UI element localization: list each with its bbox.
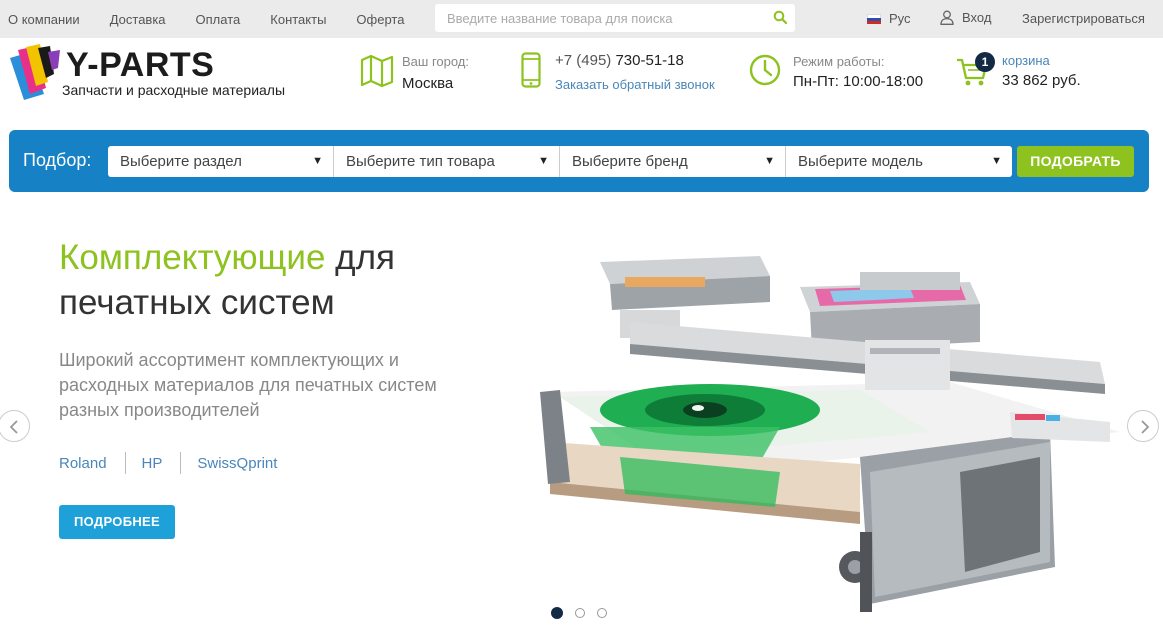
more-details-button[interactable]: ПОДРОБНЕЕ — [59, 505, 175, 539]
search-input[interactable] — [435, 4, 755, 32]
pick-button[interactable]: ПОДОБРАТЬ — [1017, 146, 1134, 177]
russia-flag-icon — [867, 13, 881, 24]
hours-label: Режим работы: — [793, 54, 885, 69]
section-select[interactable]: Выберите раздел ▼ — [108, 146, 334, 177]
model-select-value: Выберите модель — [798, 153, 923, 170]
phone-block: +7 (495) 730-51-18 Заказать обратный зво… — [521, 52, 715, 92]
user-icon — [940, 10, 954, 25]
brand-link-roland[interactable]: Roland — [59, 455, 107, 472]
section-select-value: Выберите раздел — [120, 153, 242, 170]
nav-link-contacts[interactable]: Контакты — [270, 12, 326, 27]
brand-link-swissqprint[interactable]: SwissQprint — [197, 455, 277, 472]
city-block[interactable]: Ваш город: Москва — [360, 54, 469, 92]
filter-label: Подбор: — [23, 150, 92, 170]
dropdown-arrow-icon: ▼ — [538, 155, 549, 167]
site-logo[interactable]: Y-PARTS Запчасти и расходные материалы — [8, 44, 308, 104]
city-text: Ваш город: Москва — [402, 54, 469, 92]
phone-text: +7 (495) 730-51-18 Заказать обратный зво… — [555, 52, 715, 92]
city-label: Ваш город: — [402, 54, 469, 69]
top-nav: О компании Доставка Оплата Контакты Офер… — [8, 0, 434, 38]
brand-select-value: Выберите бренд — [572, 153, 688, 170]
hours-block: Режим работы: Пн-Пт: 10:00-18:00 — [749, 54, 923, 90]
carousel-dot-2[interactable] — [575, 608, 585, 618]
brand-select[interactable]: Выберите бренд ▼ — [560, 146, 786, 177]
hero-description: Широкий ассортимент комплектующих и расх… — [59, 350, 437, 420]
language-selector[interactable]: Рус — [867, 11, 911, 26]
logo-subtitle: Запчасти и расходные материалы — [62, 82, 286, 98]
nav-link-offer[interactable]: Оферта — [356, 12, 404, 27]
carousel-dot-3[interactable] — [597, 608, 607, 618]
nav-link-delivery[interactable]: Доставка — [110, 12, 166, 27]
mobile-phone-icon — [521, 52, 541, 88]
phone-prefix: +7 (495) — [555, 52, 616, 69]
hours-value: Пн-Пт: 10:00-18:00 — [793, 73, 924, 90]
search-box — [435, 4, 795, 32]
city-value: Москва — [402, 75, 454, 92]
brand-link-hp[interactable]: HP — [142, 455, 163, 472]
brand-divider — [180, 452, 182, 474]
product-type-select[interactable]: Выберите тип товара ▼ — [334, 146, 560, 177]
language-label: Рус — [889, 11, 911, 26]
dropdown-arrow-icon: ▼ — [764, 155, 775, 167]
nav-link-about[interactable]: О компании — [8, 12, 80, 27]
nav-link-payment[interactable]: Оплата — [196, 12, 241, 27]
brand-divider — [124, 452, 126, 474]
hero-title-accent: Комплектующие — [59, 238, 326, 277]
carousel-next-button[interactable] — [1127, 410, 1159, 442]
hours-text: Режим работы: Пн-Пт: 10:00-18:00 — [793, 54, 923, 90]
chevron-right-icon — [1141, 420, 1150, 434]
register-link[interactable]: Зарегистрироваться — [1022, 11, 1145, 26]
model-select[interactable]: Выберите модель ▼ — [786, 146, 1012, 177]
search-icon[interactable] — [773, 10, 787, 24]
dropdown-arrow-icon: ▼ — [312, 155, 323, 167]
logo-title: Y-PARTS — [66, 46, 215, 84]
top-bar: О компании Доставка Оплата Контакты Офер… — [0, 0, 1163, 38]
phone-digits: 730-51-18 — [615, 52, 684, 69]
cart-total: 33 862 руб. — [1002, 72, 1081, 89]
cart-block[interactable]: 1 корзина 33 862 руб. — [956, 52, 1081, 89]
carousel-dot-1[interactable] — [551, 607, 563, 619]
carousel-prev-button[interactable] — [0, 410, 30, 442]
callback-link[interactable]: Заказать обратный звонок — [555, 77, 715, 92]
cart-text: корзина 33 862 руб. — [1002, 52, 1081, 89]
chevron-left-icon — [9, 420, 18, 434]
hero-brand-links: Roland HP SwissQprint — [59, 452, 277, 474]
cart-count-badge: 1 — [975, 52, 995, 72]
hero-title: Комплектующие для печатных систем — [59, 235, 539, 325]
login-label: Вход — [962, 10, 992, 25]
carousel-dots — [551, 607, 619, 619]
product-type-select-value: Выберите тип товара — [346, 153, 495, 170]
logo-mark-icon — [10, 44, 60, 100]
phone-number[interactable]: +7 (495) 730-51-18 — [555, 52, 715, 69]
cart-label: корзина — [1002, 53, 1050, 68]
dropdown-arrow-icon: ▼ — [991, 155, 1002, 167]
hero-printer-image — [540, 256, 1120, 612]
login-link[interactable]: Вход — [940, 10, 991, 25]
clock-icon — [749, 54, 781, 86]
product-filter-bar: Подбор: Выберите раздел ▼ Выберите тип т… — [9, 130, 1149, 192]
map-icon — [360, 54, 394, 88]
